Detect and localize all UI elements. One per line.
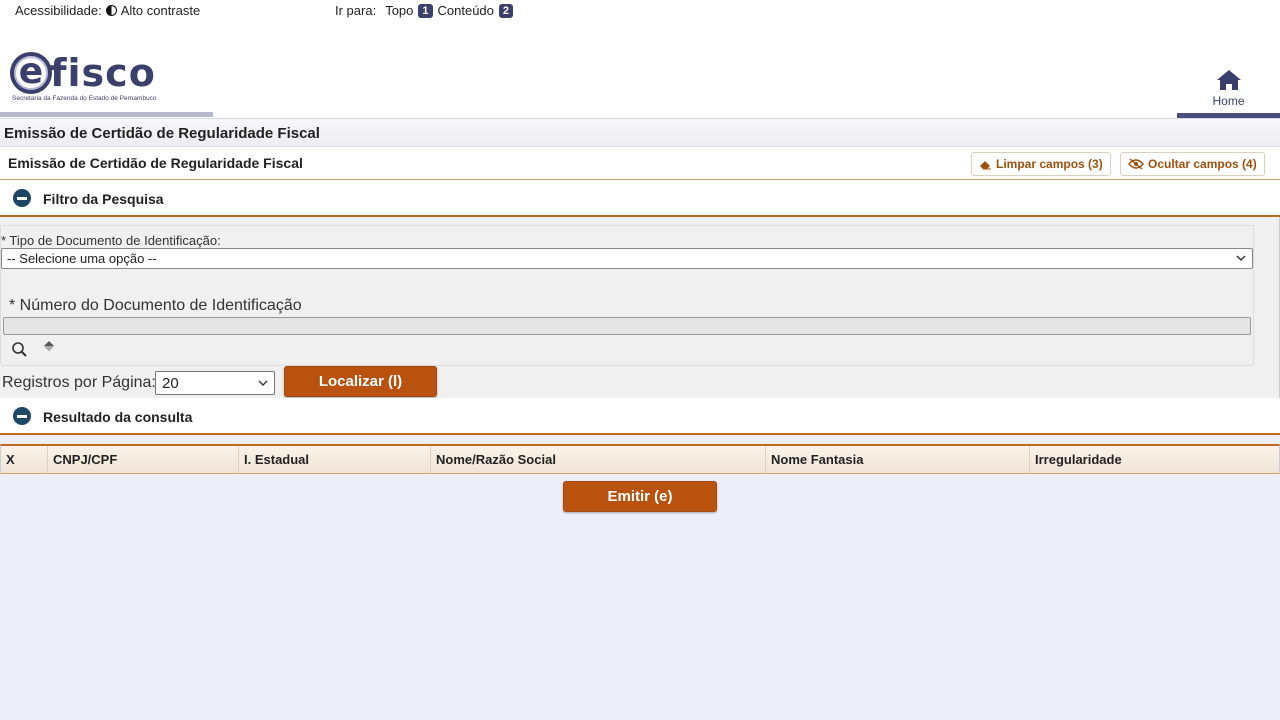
filter-section-label: Filtro da Pesquisa: [43, 191, 164, 207]
chevron-down-icon: [258, 380, 268, 386]
form-header: Emissão de Certidão de Regularidade Fisc…: [0, 147, 1280, 180]
doc-number-label: * Número do Documento de Identificação: [9, 297, 302, 314]
clear-fields-button[interactable]: Limpar campos (3): [971, 152, 1111, 176]
accessibility-label: Acessibilidade:: [15, 3, 102, 18]
result-section-label: Resultado da consulta: [43, 409, 193, 425]
filter-panel: * Tipo de Documento de Identificação: --…: [0, 217, 1280, 398]
eraser-icon: [980, 160, 991, 169]
contrast-icon[interactable]: [105, 5, 117, 16]
search-icon[interactable]: [11, 341, 28, 358]
column-irregularity[interactable]: Irregularidade: [1030, 446, 1279, 474]
logo-wordmark: fisco: [50, 51, 156, 95]
page-title: Emissão de Certidão de Regularidade Fisc…: [4, 125, 320, 142]
high-contrast-link[interactable]: Alto contraste: [121, 3, 201, 18]
column-state-registration[interactable]: I. Estadual: [239, 446, 431, 474]
efisco-logo[interactable]: e fisco Secretaria da Fazenda do Estado …: [10, 52, 157, 102]
doc-type-label: * Tipo de Documento de Identificação:: [1, 233, 221, 248]
eye-off-icon: [1128, 158, 1144, 170]
home-icon: [1216, 70, 1241, 90]
filter-section-header[interactable]: Filtro da Pesquisa: [0, 180, 1280, 217]
skip-links: Ir para: Topo 1 Conteúdo 2: [335, 3, 514, 18]
clear-fields-label: Limpar campos (3): [996, 157, 1103, 171]
doc-type-select[interactable]: -- Selecione uma opção --: [1, 248, 1253, 269]
per-page-select[interactable]: 20: [155, 371, 275, 395]
per-page-selected: 20: [162, 375, 179, 392]
home-link[interactable]: Home: [1177, 68, 1280, 118]
accessibility-group: Acessibilidade: Alto contraste: [15, 3, 200, 18]
top-shortcut-badge: 1: [418, 3, 433, 18]
logo-underline: [0, 112, 213, 117]
per-page-label: Registros por Página:: [2, 374, 156, 391]
content-shortcut-badge: 2: [498, 3, 514, 18]
page-title-bar: Emissão de Certidão de Regularidade Fisc…: [0, 118, 1280, 147]
result-section-header[interactable]: Resultado da consulta: [0, 398, 1280, 435]
column-cnpj-cpf[interactable]: CNPJ/CPF: [48, 446, 239, 474]
hide-fields-label: Ocultar campos (4): [1148, 157, 1257, 171]
chevron-down-icon: [1236, 255, 1246, 261]
column-select[interactable]: X: [1, 446, 48, 474]
skip-to-content-link[interactable]: Conteúdo: [438, 3, 494, 18]
column-company-name[interactable]: Nome/Razão Social: [431, 446, 766, 474]
doc-type-selected: -- Selecione uma opção --: [7, 251, 157, 266]
collapse-icon[interactable]: [13, 189, 31, 207]
search-button[interactable]: Localizar (l): [284, 366, 437, 397]
doc-number-input[interactable]: [3, 317, 1251, 335]
logo-e-mark: e: [10, 52, 52, 94]
emit-button[interactable]: Emitir (e): [563, 481, 717, 512]
collapse-icon[interactable]: [13, 407, 31, 425]
form-title: Emissão de Certidão de Regularidade Fisc…: [8, 155, 303, 171]
accessibility-bar: Acessibilidade: Alto contraste Ir para: …: [0, 0, 1280, 20]
logo-subtitle: Secretaria da Fazenda do Estado de Perna…: [12, 95, 157, 102]
result-table-header: X CNPJ/CPF I. Estadual Nome/Razão Social…: [0, 444, 1280, 474]
eraser-icon[interactable]: [42, 340, 56, 354]
home-label: Home: [1212, 94, 1245, 108]
hide-fields-button[interactable]: Ocultar campos (4): [1120, 152, 1265, 176]
jump-label: Ir para:: [335, 3, 377, 18]
skip-to-top-link[interactable]: Topo: [385, 3, 413, 18]
column-trade-name[interactable]: Nome Fantasia: [766, 446, 1030, 474]
site-header: e fisco Secretaria da Fazenda do Estado …: [0, 20, 1280, 118]
